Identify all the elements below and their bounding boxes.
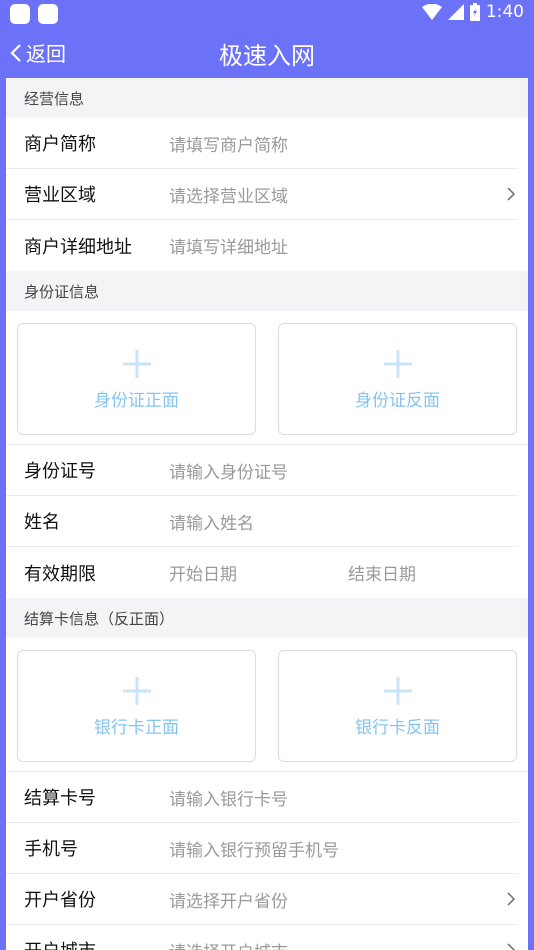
business-area-row[interactable]: 营业区域 请选择营业区域: [6, 169, 518, 220]
merchant-name-row[interactable]: 商户简称 请填写商户简称: [6, 118, 518, 169]
city-row[interactable]: 开户城市 请选择开户城市: [6, 925, 518, 950]
chevron-right-icon: [507, 943, 516, 950]
plus-icon: [122, 349, 151, 378]
start-date-picker[interactable]: 开始日期: [169, 560, 237, 585]
upload-label: 身份证反面: [355, 390, 440, 411]
name-row[interactable]: 姓名 请输入姓名: [6, 496, 518, 547]
field-label: 开户省份: [24, 890, 96, 911]
notification-icons: [10, 4, 58, 24]
id-number-input[interactable]: 请输入身份证号: [169, 458, 288, 483]
field-label: 结算卡号: [24, 788, 96, 809]
business-area-select[interactable]: 请选择营业区域: [169, 182, 288, 207]
province-row[interactable]: 开户省份 请选择开户省份: [6, 874, 518, 925]
section-header-business: 经营信息: [6, 78, 528, 118]
status-right: 1:40: [421, 2, 524, 22]
wifi-icon: [421, 4, 442, 20]
phone-input[interactable]: 请输入银行预留手机号: [169, 836, 339, 861]
field-label: 商户简称: [24, 134, 96, 155]
field-label: 有效期限: [24, 563, 96, 585]
notification-icon: [10, 4, 30, 24]
merchant-name-input[interactable]: 请填写商户简称: [169, 131, 288, 156]
id-number-row[interactable]: 身份证号 请输入身份证号: [6, 445, 518, 496]
field-label: 姓名: [24, 512, 60, 533]
id-upload-area: 身份证正面 身份证反面: [6, 311, 528, 445]
field-label: 商户详细地址: [24, 236, 132, 258]
phone-row[interactable]: 手机号 请输入银行预留手机号: [6, 823, 518, 874]
upload-label: 银行卡反面: [355, 717, 440, 738]
form-content: 经营信息 商户简称 请填写商户简称 营业区域 请选择营业区域 商户详细地址 请填…: [6, 78, 528, 950]
address-input[interactable]: 请填写详细地址: [169, 233, 288, 258]
card-number-row[interactable]: 结算卡号 请输入银行卡号: [6, 772, 518, 823]
upload-label: 身份证正面: [94, 390, 179, 411]
field-label: 身份证号: [24, 461, 96, 482]
upload-label: 银行卡正面: [94, 717, 179, 738]
notification-icon: [38, 4, 58, 24]
chevron-right-icon: [507, 892, 516, 906]
section-header-id: 身份证信息: [6, 271, 528, 311]
card-number-input[interactable]: 请输入银行卡号: [169, 785, 288, 810]
card-upload-area: 银行卡正面 银行卡反面: [6, 638, 528, 772]
plus-icon: [383, 676, 412, 705]
plus-icon: [383, 349, 412, 378]
name-input[interactable]: 请输入姓名: [169, 509, 254, 534]
section-header-card: 结算卡信息（反正面）: [6, 598, 528, 638]
clock: 1:40: [485, 2, 524, 22]
validity-row: 有效期限 开始日期 结束日期: [6, 547, 518, 598]
status-bar: 1:40: [0, 0, 534, 28]
nav-bar: 返回 极速入网: [0, 28, 534, 78]
city-select[interactable]: 请选择开户城市: [169, 938, 288, 950]
plus-icon: [122, 676, 151, 705]
signal-icon: [447, 4, 464, 20]
field-label: 开户城市: [24, 937, 169, 950]
province-select[interactable]: 请选择开户省份: [169, 887, 288, 912]
card-front-upload[interactable]: 银行卡正面: [17, 650, 256, 762]
field-label: 手机号: [24, 839, 78, 860]
battery-icon: [469, 3, 480, 21]
card-back-upload[interactable]: 银行卡反面: [278, 650, 517, 762]
id-front-upload[interactable]: 身份证正面: [17, 323, 256, 435]
chevron-right-icon: [507, 187, 516, 201]
id-back-upload[interactable]: 身份证反面: [278, 323, 517, 435]
end-date-picker[interactable]: 结束日期: [348, 560, 416, 585]
field-label: 营业区域: [24, 185, 96, 206]
address-row[interactable]: 商户详细地址 请填写详细地址: [6, 220, 518, 271]
page-title: 极速入网: [219, 42, 315, 70]
